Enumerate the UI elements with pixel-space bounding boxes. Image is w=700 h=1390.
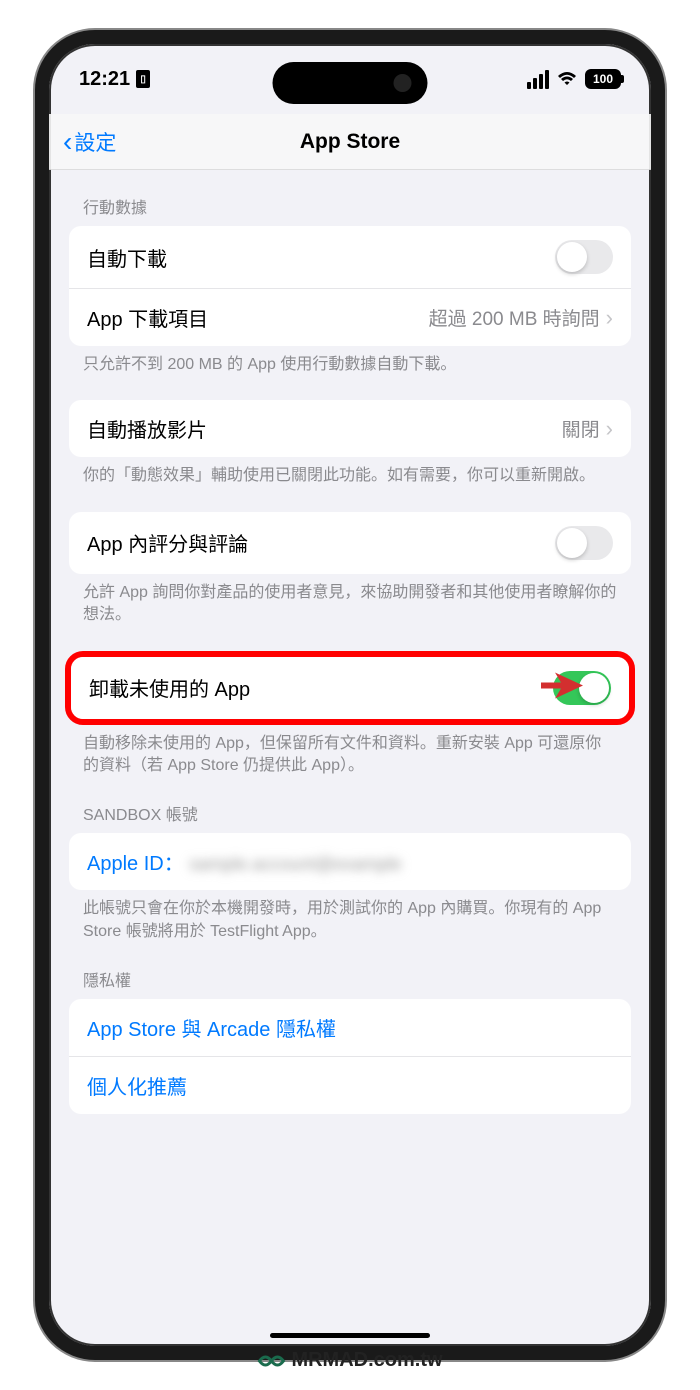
autoplay-value: 關閉 ›: [562, 415, 613, 442]
section-header-cellular: 行動數據: [69, 170, 631, 226]
privacy-group: App Store 與 Arcade 隱私權 個人化推薦: [69, 999, 631, 1114]
sandbox-footer: 此帳號只會在你於本機開發時，用於測試你的 App 內購買。你現有的 App St…: [69, 890, 631, 943]
ratings-label: App 內評分與評論: [87, 528, 248, 557]
arrow-annotation-icon: [541, 664, 583, 711]
auto-download-toggle[interactable]: [555, 240, 613, 274]
settings-content[interactable]: 行動數據 自動下載 App 下載項目 超過 200 MB 時詢問 › 只允許不到…: [49, 170, 651, 1346]
battery-icon: 100: [585, 69, 621, 89]
autoplay-label: 自動播放影片: [87, 414, 207, 443]
nav-header: ‹ 設定 App Store: [49, 114, 651, 170]
app-downloads-row[interactable]: App 下載項目 超過 200 MB 時詢問 ›: [69, 288, 631, 346]
privacy-appstore-row[interactable]: App Store 與 Arcade 隱私權: [69, 999, 631, 1056]
status-indicators: 100: [527, 69, 621, 89]
privacy-link-personalized: 個人化推薦: [87, 1071, 187, 1100]
watermark: MRMAD.com.tw: [257, 1349, 442, 1372]
cellular-group: 自動下載 App 下載項目 超過 200 MB 時詢問 ›: [69, 226, 631, 346]
battery-level: 100: [593, 72, 613, 86]
ratings-group: App 內評分與評論: [69, 512, 631, 574]
ratings-toggle[interactable]: [555, 526, 613, 560]
phone-frame: 12:21 ▯ 100 ‹ 設定 App Store 行動數據 自動下載: [35, 30, 665, 1360]
watermark-text: MRMAD.com.tw: [291, 1349, 442, 1372]
wifi-icon: [556, 71, 578, 87]
cellular-footer: 只允許不到 200 MB 的 App 使用行動數據自動下載。: [69, 346, 631, 376]
toggle-knob: [557, 528, 587, 558]
chevron-right-icon: ›: [606, 416, 613, 442]
toggle-knob: [557, 242, 587, 272]
offload-row[interactable]: 卸載未使用的 App: [71, 657, 629, 719]
apple-id-label: Apple ID： sample.account@example: [87, 847, 402, 876]
watermark-logo-icon: [257, 1351, 285, 1371]
privacy-personalized-row[interactable]: 個人化推薦: [69, 1056, 631, 1114]
toggle-knob: [579, 673, 609, 703]
status-time-area: 12:21 ▯: [79, 68, 150, 91]
auto-download-label: 自動下載: [87, 243, 167, 272]
cellular-icon: [527, 70, 549, 89]
home-indicator[interactable]: [270, 1333, 430, 1338]
privacy-link-appstore: App Store 與 Arcade 隱私權: [87, 1013, 336, 1042]
offload-group: 卸載未使用的 App: [71, 657, 629, 719]
apple-id-value: sample.account@example: [189, 854, 401, 874]
auto-download-row[interactable]: 自動下載: [69, 226, 631, 288]
ratings-footer: 允許 App 詢問你對產品的使用者意見，來協助開發者和其他使用者瞭解你的想法。: [69, 574, 631, 627]
dual-sim-icon: ▯: [136, 70, 150, 88]
dynamic-island: [273, 62, 428, 104]
chevron-right-icon: ›: [606, 305, 613, 331]
page-title: App Store: [300, 130, 400, 154]
chevron-left-icon: ‹: [63, 128, 72, 156]
app-downloads-label: App 下載項目: [87, 303, 208, 332]
autoplay-footer: 你的「動態效果」輔助使用已關閉此功能。如有需要，你可以重新開啟。: [69, 457, 631, 487]
highlight-annotation: 卸載未使用的 App: [65, 651, 635, 725]
status-time: 12:21: [79, 68, 130, 91]
sandbox-group: Apple ID： sample.account@example: [69, 833, 631, 890]
back-button[interactable]: ‹ 設定: [63, 127, 116, 157]
offload-label: 卸載未使用的 App: [89, 673, 250, 702]
back-label: 設定: [74, 127, 116, 157]
section-header-privacy: 隱私權: [69, 943, 631, 999]
ratings-row[interactable]: App 內評分與評論: [69, 512, 631, 574]
section-header-sandbox: SANDBOX 帳號: [69, 777, 631, 833]
apple-id-row[interactable]: Apple ID： sample.account@example: [69, 833, 631, 890]
offload-footer: 自動移除未使用的 App，但保留所有文件和資料。重新安裝 App 可還原你的資料…: [69, 725, 631, 778]
app-downloads-value: 超過 200 MB 時詢問 ›: [429, 304, 613, 331]
autoplay-group: 自動播放影片 關閉 ›: [69, 400, 631, 457]
autoplay-row[interactable]: 自動播放影片 關閉 ›: [69, 400, 631, 457]
